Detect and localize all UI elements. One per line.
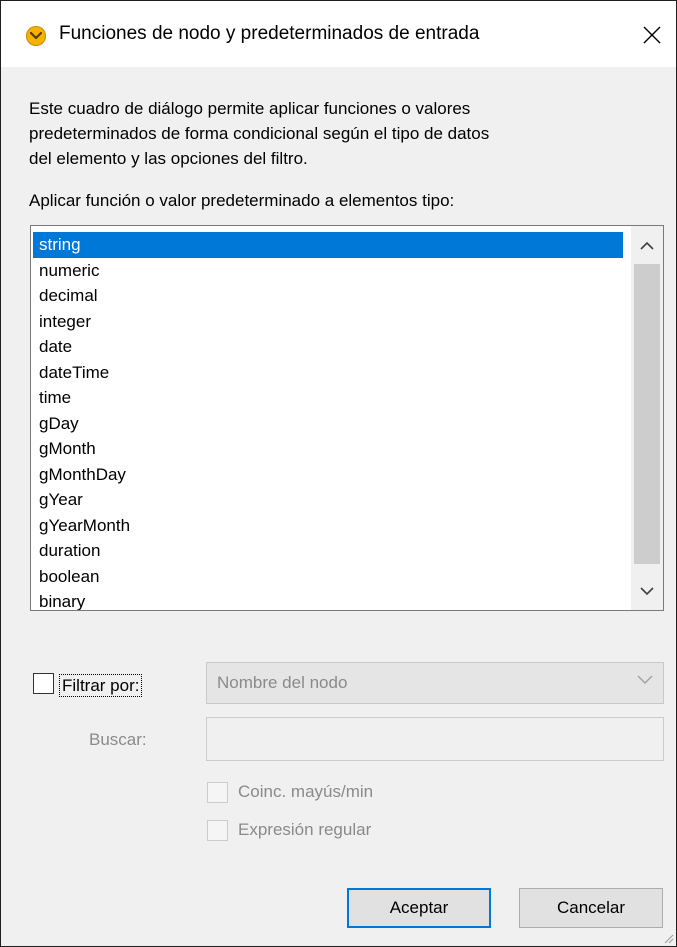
scroll-down-button[interactable] [631,576,663,606]
close-icon [643,26,661,44]
chevron-down-icon [640,586,654,595]
scroll-up-button[interactable] [631,230,663,260]
types-list-items: string numeric decimal integer date dateTime t… [31,232,631,610]
scroll-thumb[interactable] [634,264,660,564]
description-line: del elemento y las opciones del filtro. [29,149,308,168]
chevron-down-icon [637,675,653,684]
list-item[interactable]: gDay [33,411,623,437]
dialog-window: Funciones de nodo y predeterminados de e… [0,0,677,947]
list-item[interactable]: duration [33,538,623,564]
search-input[interactable] [206,717,664,761]
types-list-label: Aplicar función o valor predeterminado a… [29,191,455,210]
list-item[interactable]: integer [33,309,623,335]
title-bar: Funciones de nodo y predeterminados de e… [1,1,676,67]
filter-label[interactable]: Filtrar por: [59,674,143,697]
types-listbox[interactable]: string numeric decimal integer date dateTime t… [30,225,664,611]
altova-app-icon [26,26,46,46]
list-item[interactable]: date [33,334,623,360]
match-case-label: Coinc. mayús/min [238,782,374,801]
resize-grip-icon[interactable] [662,932,674,944]
list-scrollbar[interactable] [631,226,663,610]
list-item[interactable]: numeric [33,258,623,284]
list-item[interactable]: gMonth [33,436,623,462]
list-item[interactable]: gYearMonth [33,513,623,539]
filter-select[interactable]: Nombre del nodo [206,662,664,704]
list-item[interactable]: dateTime [33,360,623,386]
filter-checkbox[interactable] [33,673,54,694]
list-item[interactable]: string [33,232,623,258]
chevron-up-icon [640,241,654,250]
ok-button[interactable]: Aceptar [347,888,491,928]
description-line: Este cuadro de diálogo permite aplicar f… [29,99,471,118]
search-label: Buscar: [89,730,147,749]
list-item[interactable]: decimal [33,283,623,309]
filter-select-value: Nombre del nodo [217,673,348,692]
list-item[interactable]: time [33,385,623,411]
list-item[interactable]: gMonthDay [33,462,623,488]
description-text: Este cuadro de diálogo permite aplicar f… [29,96,629,171]
window-title: Funciones de nodo y predeterminados de e… [59,23,480,44]
description-line: predeterminados de forma condicional seg… [29,124,490,143]
list-item[interactable]: gYear [33,487,623,513]
close-button[interactable] [634,17,670,53]
cancel-button[interactable]: Cancelar [519,888,663,928]
list-item[interactable]: boolean [33,564,623,590]
match-case-checkbox[interactable] [207,782,228,803]
list-item[interactable]: binary [33,589,623,610]
regex-label: Expresión regular [238,820,372,839]
regex-checkbox[interactable] [207,820,228,841]
